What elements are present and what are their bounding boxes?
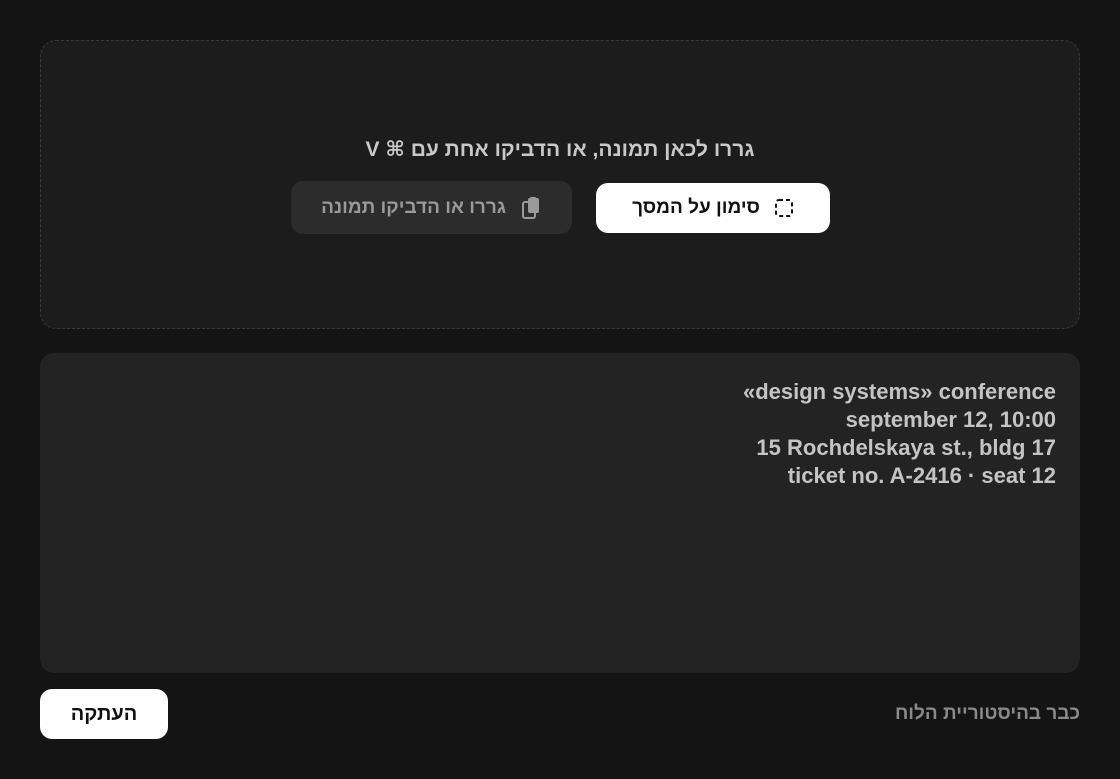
result-line: 15 Rochdelskaya st., bldg 17 bbox=[756, 435, 1056, 460]
result-line: september 12, 10:00 bbox=[845, 407, 1056, 432]
select-on-screen-label: סימון על המסך bbox=[632, 197, 760, 218]
drag-or-paste-button[interactable]: גררו או הדביקו תמונה bbox=[291, 181, 572, 234]
copy-button[interactable]: העתקה bbox=[40, 689, 168, 739]
recognized-text-panel[interactable]: «design systems» conference september 12… bbox=[40, 353, 1080, 673]
dropzone-hint: גררו לכאן תמונה, או הדביקו אחת עם ⌘ V bbox=[365, 138, 755, 161]
select-on-screen-button[interactable]: סימון על המסך bbox=[596, 183, 830, 233]
clipboard-icon bbox=[520, 196, 542, 220]
result-line: «design systems» conference bbox=[742, 379, 1056, 404]
dashed-selection-icon bbox=[774, 198, 794, 218]
clipboard-history-status: כבר בהיסטוריית הלוח bbox=[894, 703, 1080, 724]
drag-or-paste-label: גררו או הדביקו תמונה bbox=[321, 196, 506, 218]
result-line: ticket no. A-2416 · seat 12 bbox=[787, 463, 1056, 488]
image-dropzone[interactable]: גררו לכאן תמונה, או הדביקו אחת עם ⌘ V סי… bbox=[40, 40, 1080, 329]
